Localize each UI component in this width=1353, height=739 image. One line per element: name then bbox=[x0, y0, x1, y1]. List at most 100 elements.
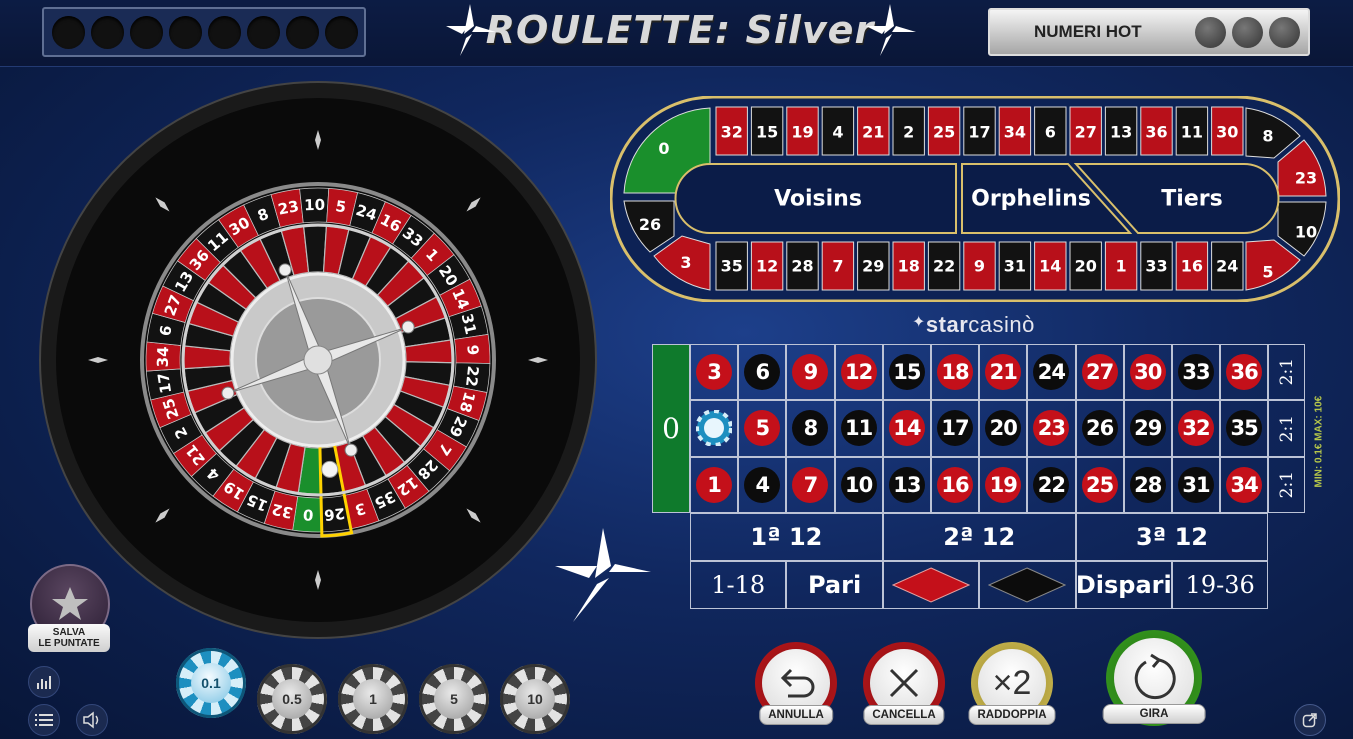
spin-button[interactable]: GIRA bbox=[1102, 630, 1206, 728]
bet-number-22[interactable]: 22 bbox=[1027, 456, 1076, 513]
bet-number-1[interactable]: 1 bbox=[690, 456, 739, 513]
bet-number-15[interactable]: 15 bbox=[882, 344, 931, 401]
bet-1-18[interactable]: 1-18 bbox=[690, 561, 787, 609]
bet-number-35[interactable]: 35 bbox=[1220, 400, 1269, 457]
bet-number-17[interactable]: 17 bbox=[930, 400, 980, 457]
bet-column-3[interactable]: 2:1 bbox=[1268, 456, 1306, 513]
bet-number-label: 3 bbox=[696, 354, 733, 391]
bet-number-11[interactable]: 11 bbox=[834, 400, 883, 457]
bet-even-label: Pari bbox=[807, 571, 862, 599]
clear-button[interactable]: CANCELLA bbox=[863, 642, 945, 728]
bet-number-13[interactable]: 13 bbox=[882, 456, 931, 513]
fullscreen-button[interactable] bbox=[1294, 704, 1326, 736]
bet-dozen-1[interactable]: 1ª 12 bbox=[690, 513, 883, 561]
bet-number-3[interactable]: 3 bbox=[690, 344, 739, 401]
bet-dozen-2[interactable]: 2ª 12 bbox=[882, 513, 1076, 561]
bet-number-26[interactable]: 26 bbox=[1075, 400, 1124, 457]
bet-19-36-label: 19-36 bbox=[1185, 571, 1255, 599]
bet-zero[interactable]: 0 bbox=[652, 344, 690, 513]
racetrack-number: 35 bbox=[721, 257, 743, 276]
bet-number-label: 16 bbox=[937, 466, 974, 503]
hot-numbers-label: NUMERI HOT bbox=[1034, 22, 1142, 41]
bet-number-19[interactable]: 19 bbox=[979, 456, 1028, 513]
bet-number-23[interactable]: 23 bbox=[1027, 400, 1076, 457]
hot-numbers-panel[interactable]: NUMERI HOT bbox=[988, 8, 1310, 56]
bet-red[interactable] bbox=[882, 561, 980, 609]
racetrack-number: 28 bbox=[791, 257, 813, 276]
bet-number-label: 12 bbox=[840, 354, 877, 391]
list-icon bbox=[35, 714, 53, 726]
decorative-star-icon bbox=[555, 528, 651, 622]
wheel-number-label: 10 bbox=[304, 196, 325, 214]
bet-number-label: 18 bbox=[937, 354, 974, 391]
racetrack[interactable]: 32 15 19 4 21 2 25 17 34 6 27 13 36 11 3035 12 28 7 29 18 22… bbox=[610, 96, 1340, 302]
bet-number-21[interactable]: 21 bbox=[979, 344, 1028, 401]
bet-number-2[interactable] bbox=[690, 400, 739, 457]
chip-value: 0.1 bbox=[191, 663, 231, 703]
chip-0-1[interactable]: 0.1 bbox=[176, 648, 246, 718]
voisins-label: Voisins bbox=[774, 187, 862, 212]
black-diamond-icon bbox=[988, 567, 1067, 603]
history-slot bbox=[52, 15, 85, 49]
bet-odd[interactable]: Dispari bbox=[1075, 561, 1172, 609]
bet-number-29[interactable]: 29 bbox=[1123, 400, 1172, 457]
bet-number-5[interactable]: 5 bbox=[738, 400, 787, 457]
racetrack-number: 19 bbox=[791, 123, 813, 142]
sound-button[interactable] bbox=[76, 704, 108, 736]
save-bets-button[interactable]: SALVA LE PUNTATE bbox=[28, 564, 110, 654]
dozens-row: 1ª 12 2ª 12 3ª 12 bbox=[690, 513, 1269, 561]
bet-number-27[interactable]: 27 bbox=[1075, 344, 1124, 401]
logo-title: ROULETTE: Silver bbox=[485, 8, 875, 52]
chip-1[interactable]: 1 bbox=[338, 664, 408, 734]
bet-number-33[interactable]: 33 bbox=[1171, 344, 1221, 401]
bet-number-25[interactable]: 25 bbox=[1075, 456, 1124, 513]
double-button[interactable]: ×2 RADDOPPIA bbox=[968, 642, 1056, 728]
history-slot bbox=[208, 15, 241, 49]
bet-column-2[interactable]: 2:1 bbox=[1268, 400, 1306, 457]
bet-number-36[interactable]: 36 bbox=[1220, 344, 1269, 401]
bet-number-16[interactable]: 16 bbox=[930, 456, 980, 513]
racetrack-number: 14 bbox=[1039, 257, 1061, 276]
bet-number-7[interactable]: 7 bbox=[786, 456, 835, 513]
bet-number-10[interactable]: 10 bbox=[834, 456, 883, 513]
history-slot bbox=[247, 15, 280, 49]
bet-number-32[interactable]: 32 bbox=[1171, 400, 1221, 457]
history-slot bbox=[130, 15, 163, 49]
bet-number-34[interactable]: 34 bbox=[1220, 456, 1269, 513]
bet-dozen-3[interactable]: 3ª 12 bbox=[1075, 513, 1269, 561]
bet-number-label: 23 bbox=[1033, 410, 1070, 447]
bet-number-14[interactable]: 14 bbox=[882, 400, 931, 457]
bet-black[interactable] bbox=[979, 561, 1076, 609]
bet-number-8[interactable]: 8 bbox=[786, 400, 835, 457]
bet-number-30[interactable]: 30 bbox=[1123, 344, 1172, 401]
chip-5[interactable]: 5 bbox=[419, 664, 489, 734]
bet-number-label: 11 bbox=[840, 410, 877, 447]
chip-0-5[interactable]: 0.5 bbox=[257, 664, 327, 734]
wheel-number-label: 0 bbox=[302, 505, 314, 524]
bet-number-24[interactable]: 24 bbox=[1027, 344, 1076, 401]
menu-button[interactable] bbox=[28, 704, 60, 736]
bet-19-36[interactable]: 19-36 bbox=[1171, 561, 1269, 609]
double-label: RADDOPPIA bbox=[968, 705, 1056, 725]
bet-number-4[interactable]: 4 bbox=[738, 456, 787, 513]
racetrack-number: 25 bbox=[933, 123, 955, 142]
bet-number-18[interactable]: 18 bbox=[930, 344, 980, 401]
external-link-icon bbox=[1302, 713, 1317, 728]
bet-number-12[interactable]: 12 bbox=[834, 344, 883, 401]
bet-column-1[interactable]: 2:1 bbox=[1268, 344, 1306, 401]
bet-number-label: 34 bbox=[1226, 466, 1263, 503]
bet-number-9[interactable]: 9 bbox=[786, 344, 835, 401]
chip-10[interactable]: 10 bbox=[500, 664, 570, 734]
brand-casino: casinò bbox=[968, 312, 1035, 337]
bet-number-6[interactable]: 6 bbox=[738, 344, 787, 401]
bet-number-label: 15 bbox=[888, 354, 925, 391]
undo-button[interactable]: ANNULLA bbox=[755, 642, 837, 728]
bet-even[interactable]: Pari bbox=[786, 561, 883, 609]
bet-number-20[interactable]: 20 bbox=[979, 400, 1028, 457]
stats-button[interactable] bbox=[28, 666, 60, 698]
bet-limits: MIN: 0.1€ MAX: 10€ bbox=[1305, 370, 1335, 490]
bet-number-label: 35 bbox=[1226, 410, 1263, 447]
brand-star: star bbox=[925, 312, 969, 337]
bet-number-31[interactable]: 31 bbox=[1171, 456, 1221, 513]
bet-number-28[interactable]: 28 bbox=[1123, 456, 1172, 513]
